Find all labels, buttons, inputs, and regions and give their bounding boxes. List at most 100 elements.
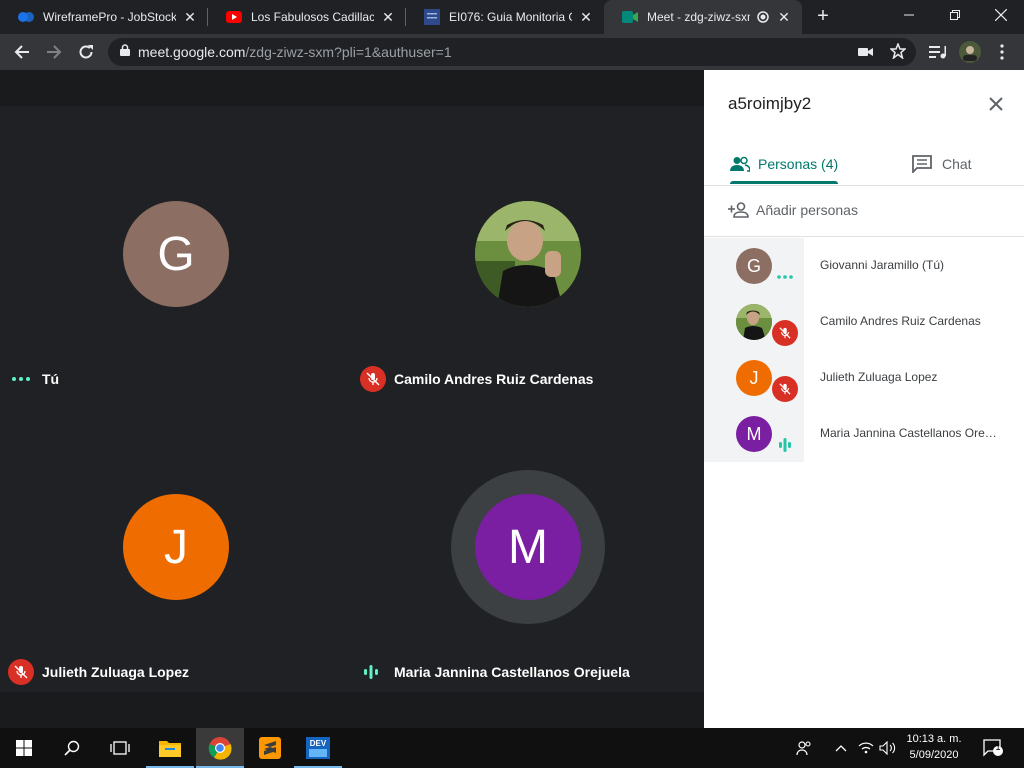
participant-name: Maria Jannina Castellanos Ore… [820, 426, 997, 440]
participant-row[interactable]: M Maria Jannina Castellanos Ore… [704, 406, 1024, 462]
add-people-label: Añadir personas [756, 202, 858, 218]
tab-people[interactable]: Personas (4) [730, 142, 838, 186]
speaking-bars-icon [362, 664, 394, 680]
mic-off-icon [8, 659, 34, 685]
browser-toolbar: meet.google.com/zdg-ziwz-sxm?pli=1&authu… [0, 34, 1024, 70]
participant-name: Julieth Zuluaga Lopez [42, 664, 190, 680]
notification-count: 1 [995, 742, 1001, 752]
doc-icon [424, 9, 440, 25]
tab-title: Meet - zdg-ziwz-sxm [647, 10, 750, 24]
url-host: meet.google.com [138, 44, 246, 60]
avatar-initial: G [157, 227, 195, 281]
participant-name: Camilo Andres Ruiz Cardenas [820, 314, 981, 328]
close-tab-icon[interactable]: ✕ [776, 9, 792, 25]
participant-avatar: M [736, 416, 772, 452]
people-panel: a5roimjby2 Personas (4) Chat Añadir pers… [704, 70, 1024, 728]
participant-name: Tú [42, 371, 60, 387]
speaking-dots-icon [772, 264, 798, 290]
menu-kebab-icon[interactable] [988, 38, 1016, 66]
task-view-icon[interactable] [96, 728, 144, 768]
close-window-button[interactable] [978, 0, 1024, 30]
file-explorer-icon[interactable] [146, 728, 194, 768]
search-icon[interactable] [48, 728, 96, 768]
meet-icon [622, 9, 638, 25]
new-tab-button[interactable]: + [812, 5, 834, 27]
url-path: /zdg-ziwz-sxm?pli=1&authuser=1 [245, 44, 452, 60]
participant-row[interactable]: Camilo Andres Ruiz Cardenas [704, 294, 1024, 350]
people-tray-icon[interactable] [790, 728, 818, 768]
lock-icon [120, 43, 130, 61]
participant-row[interactable]: J Julieth Zuluaga Lopez [704, 350, 1024, 406]
clock-date: 5/09/2020 [909, 749, 959, 761]
windows-taskbar: DEV 10:13 a. m. 5/09/2020 1 [0, 728, 1024, 768]
participant-row[interactable]: G Giovanni Jaramillo (Tú) [704, 238, 1024, 294]
tab-title: Los Fabulosos Cadillacs - [251, 10, 374, 24]
participant-avatar: J [736, 360, 772, 396]
avatar-initial: M [746, 423, 762, 444]
chat-icon [912, 155, 932, 173]
participant-grid: G Tú Camilo Andres Ruiz Cardenas J Julie… [0, 106, 704, 692]
clock-time: 10:13 a. m. [906, 733, 962, 745]
participant-avatar: G [736, 248, 772, 284]
youtube-icon [226, 9, 242, 25]
participant-avatar: G [123, 201, 229, 307]
participant-name: Maria Jannina Castellanos Orejuela [394, 664, 630, 680]
media-control-icon[interactable] [924, 38, 952, 66]
active-tab-indicator [730, 181, 838, 184]
camera-indicator-icon[interactable] [858, 44, 874, 65]
participant-avatar: M [475, 494, 581, 600]
avatar-initial: J [749, 367, 759, 388]
tab-chat-label: Chat [942, 156, 972, 172]
participant-photo-avatar [475, 201, 581, 307]
chevron-up-icon[interactable] [830, 728, 852, 768]
close-tab-icon[interactable]: ✕ [578, 9, 594, 25]
url-text: meet.google.com/zdg-ziwz-sxm?pli=1&authu… [138, 44, 452, 60]
back-button[interactable] [8, 38, 36, 66]
divider [704, 185, 1024, 186]
browser-tab-meet[interactable]: Meet - zdg-ziwz-sxm ✕ [604, 0, 802, 34]
profile-avatar[interactable] [956, 38, 984, 66]
participant-name: Giovanni Jaramillo (Tú) [820, 258, 945, 272]
add-people-button[interactable]: Añadir personas [728, 198, 858, 222]
browser-tab-wireframepro[interactable]: WireframePro - JobStock ✕ [0, 0, 208, 34]
browser-tab-guia-monitoria[interactable]: EI076: Guia Monitoria G3 ✕ [406, 0, 604, 34]
mic-off-icon [772, 376, 798, 402]
action-center-icon[interactable]: 1 [980, 728, 1006, 768]
meet-bottom-bar [0, 692, 704, 728]
close-tab-icon[interactable]: ✕ [380, 9, 396, 25]
address-bar[interactable]: meet.google.com/zdg-ziwz-sxm?pli=1&authu… [108, 38, 916, 66]
avatar-initial: G [746, 255, 761, 276]
bookmark-star-icon[interactable] [889, 41, 907, 64]
dev-cpp-icon[interactable]: DEV [294, 728, 342, 768]
minimize-button[interactable] [886, 0, 932, 30]
sublime-text-icon[interactable] [246, 728, 294, 768]
participant-avatar: J [123, 494, 229, 600]
meet-top-bar [0, 70, 704, 106]
taskbar-clock[interactable]: 10:13 a. m. 5/09/2020 [898, 731, 970, 763]
participant-tile-label: Maria Jannina Castellanos Orejuela [362, 659, 630, 685]
restore-button[interactable] [932, 0, 978, 30]
speaking-bars-icon [772, 432, 798, 458]
participant-photo-avatar [736, 304, 772, 340]
browser-tab-strip: WireframePro - JobStock ✕ Los Fabulosos … [0, 0, 1024, 34]
network-icon[interactable] [856, 728, 876, 768]
add-person-icon [728, 202, 750, 218]
tab-title: EI076: Guia Monitoria G3 [449, 10, 572, 24]
avatar-initial: M [508, 520, 548, 574]
browser-tab-youtube[interactable]: Los Fabulosos Cadillacs - ✕ [208, 0, 406, 34]
participant-tile-label: Tú [12, 366, 59, 392]
mic-off-icon [360, 366, 386, 392]
participant-tile-label: Camilo Andres Ruiz Cardenas [360, 366, 593, 392]
close-panel-button[interactable] [984, 92, 1008, 116]
reload-button[interactable] [72, 38, 100, 66]
volume-icon[interactable] [878, 728, 898, 768]
mic-off-icon [772, 320, 798, 346]
tab-chat[interactable]: Chat [912, 142, 972, 186]
start-button[interactable] [0, 728, 48, 768]
recording-dot-icon [756, 9, 770, 25]
tab-people-label: Personas (4) [758, 156, 839, 172]
divider [704, 236, 1024, 237]
forward-button[interactable] [40, 38, 68, 66]
close-tab-icon[interactable]: ✕ [182, 9, 198, 25]
chrome-taskbar-icon[interactable] [196, 728, 244, 768]
